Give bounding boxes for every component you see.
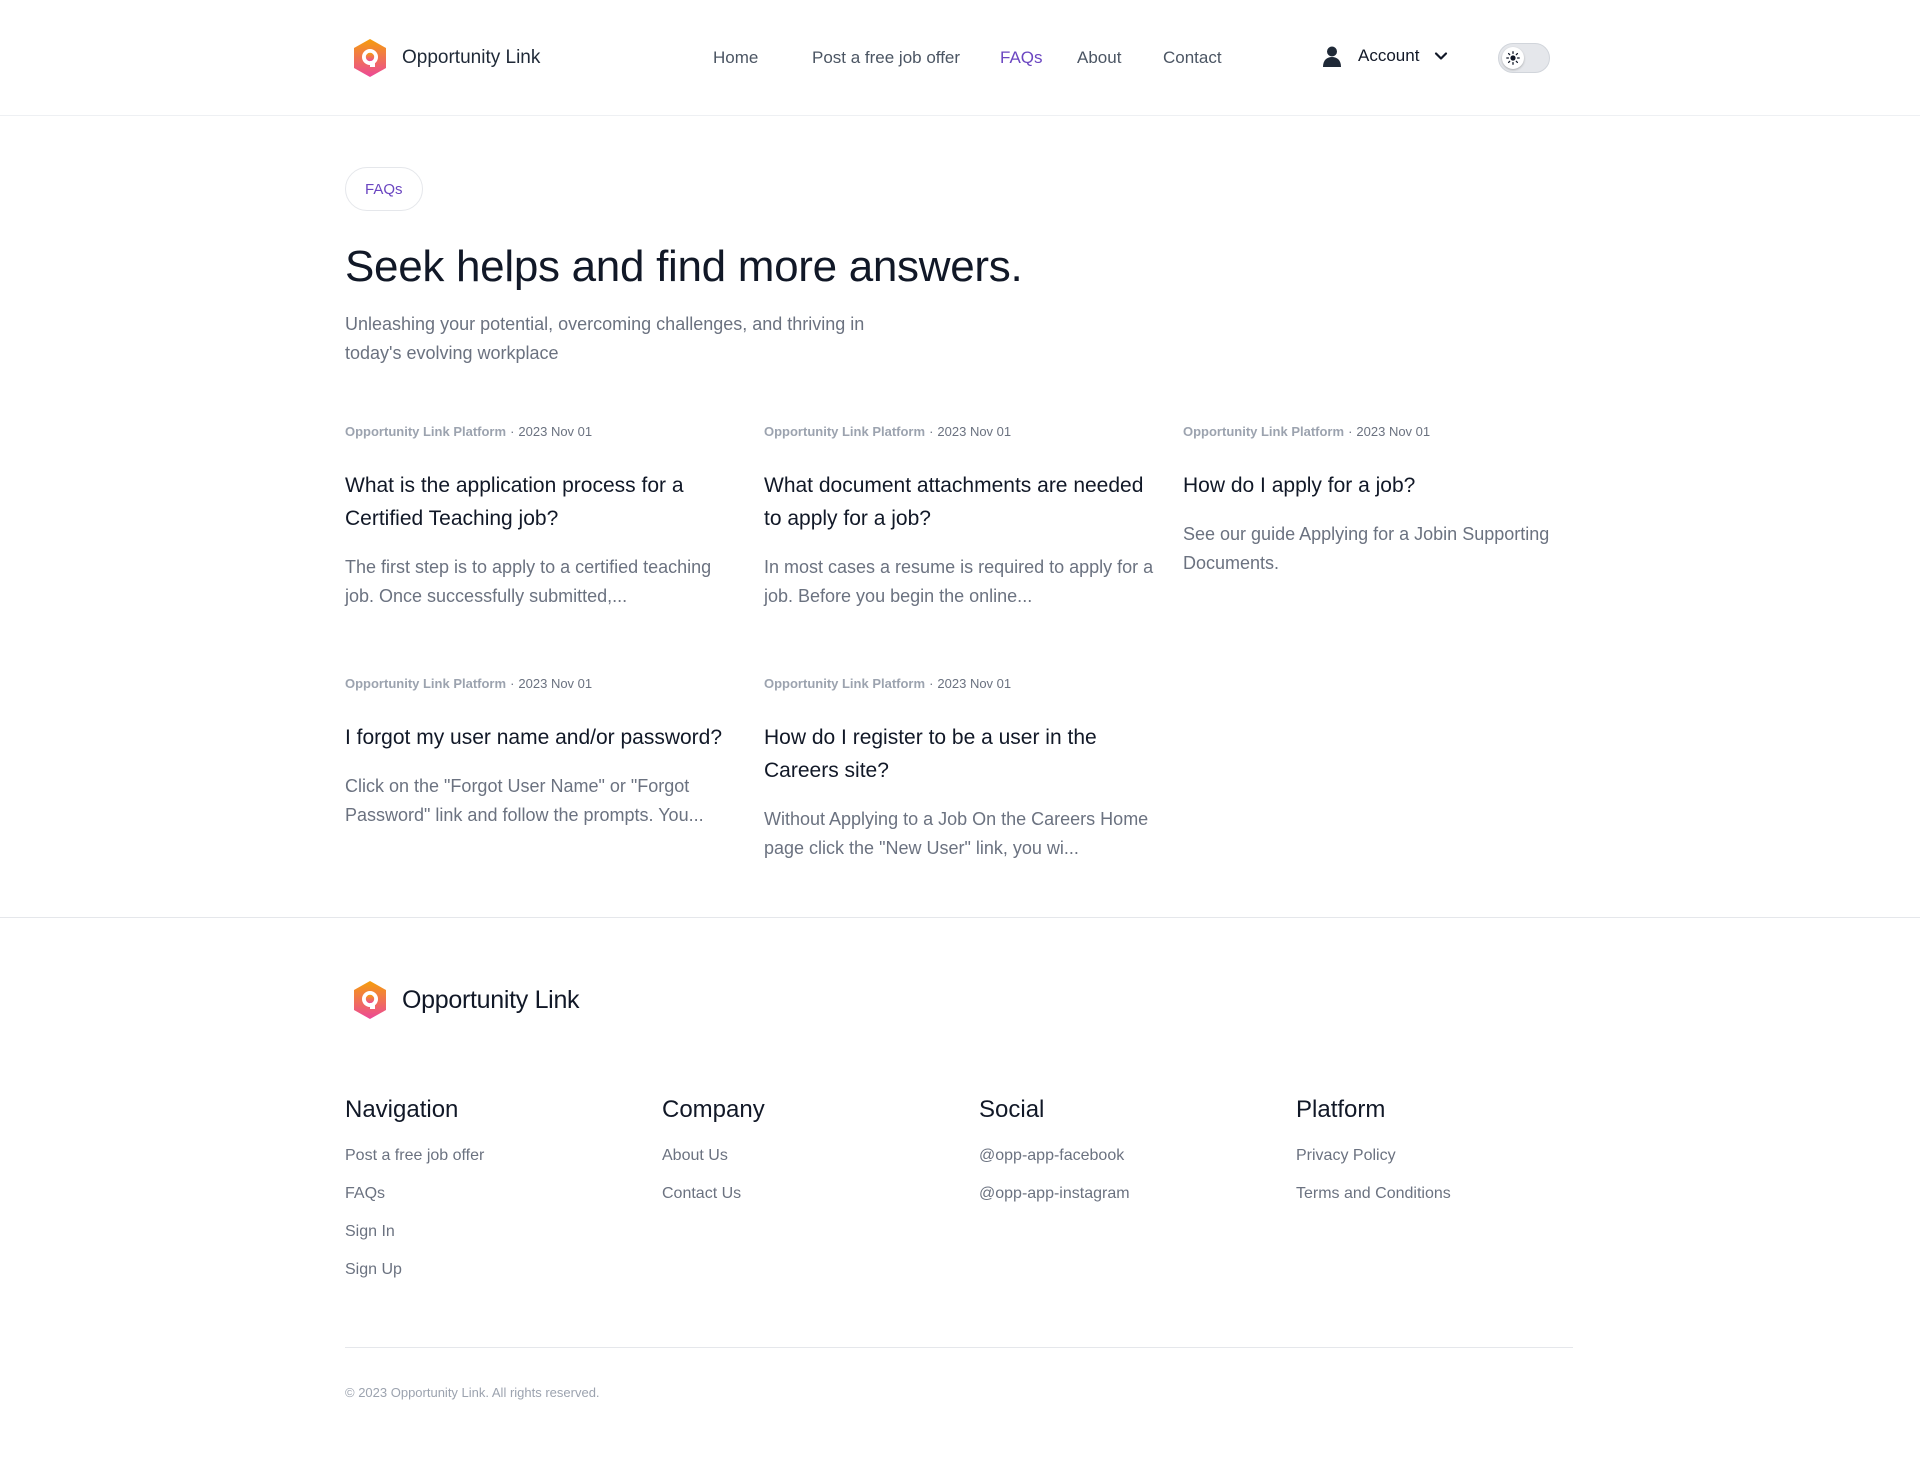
faq-card: Opportunity Link Platform · 2023 Nov 01 I …: [345, 676, 745, 830]
site-header: Opportunity Link Home Post a free job of…: [0, 0, 1920, 116]
user-icon: [1323, 46, 1341, 67]
faq-card: Opportunity Link Platform · 2023 Nov 01 Ho…: [764, 676, 1164, 863]
footer-link-contact[interactable]: Contact Us: [662, 1184, 765, 1204]
faq-title-link[interactable]: I forgot my user name and/or password?: [345, 721, 745, 754]
footer-link-instagram[interactable]: @opp-app-instagram: [979, 1184, 1130, 1204]
faq-meta: Opportunity Link Platform · 2023 Nov 01: [345, 676, 593, 691]
faq-excerpt: Click on the "Forgot User Name" or "Forg…: [345, 776, 704, 825]
faq-date: 2023 Nov 01: [937, 676, 1012, 691]
copyright-text: © 2023 Opportunity Link. All rights rese…: [345, 1385, 600, 1400]
nav-faqs[interactable]: FAQs: [1000, 48, 1043, 68]
faqs-badge: FAQs: [345, 167, 423, 211]
theme-toggle[interactable]: [1498, 43, 1550, 73]
chevron-down-icon: [1435, 52, 1448, 60]
account-label: Account: [1358, 46, 1420, 65]
faq-date: 2023 Nov 01: [1356, 424, 1431, 439]
footer-divider: [0, 917, 1920, 918]
nav-about[interactable]: About: [1077, 48, 1121, 68]
account-menu-button[interactable]: Account: [1320, 44, 1449, 68]
faq-card: Opportunity Link Platform · 2023 Nov 01 Wh…: [764, 424, 1164, 611]
main-nav: Home Post a free job offer FAQs About Co…: [0, 0, 1920, 116]
footer-brand-name: Opportunity Link: [402, 985, 580, 1014]
footer-link-post-job[interactable]: Post a free job offer: [345, 1146, 484, 1166]
footer-link-sign-up[interactable]: Sign Up: [345, 1260, 484, 1280]
faq-excerpt: The first step is to apply to a certifie…: [345, 557, 712, 606]
footer-link-faqs[interactable]: FAQs: [345, 1184, 484, 1204]
faq-source: Opportunity Link Platform: [764, 424, 926, 439]
faq-date: 2023 Nov 01: [518, 676, 593, 691]
footer-heading: Platform: [1296, 1096, 1386, 1123]
footer-separator: [345, 1347, 1573, 1348]
faq-date: 2023 Nov 01: [518, 424, 593, 439]
faq-date: 2023 Nov 01: [937, 424, 1012, 439]
faq-title-link[interactable]: How do I register to be a user in the Ca…: [764, 721, 1164, 787]
footer-brand[interactable]: Opportunity Link: [352, 980, 580, 1020]
footer-heading: Navigation: [345, 1096, 459, 1123]
footer-column-social: Social @opp-app-facebook @opp-app-instag…: [979, 1096, 1130, 1222]
footer-link-sign-in[interactable]: Sign In: [345, 1222, 484, 1242]
faq-title-link[interactable]: How do I apply for a job?: [1183, 469, 1583, 502]
faq-card: Opportunity Link Platform · 2023 Nov 01 Ho…: [1183, 424, 1583, 578]
faq-meta: Opportunity Link Platform · 2023 Nov 01: [764, 424, 1012, 439]
footer-link-privacy[interactable]: Privacy Policy: [1296, 1146, 1451, 1166]
faq-card: Opportunity Link Platform · 2023 Nov 01 Wh…: [345, 424, 745, 611]
footer-column-navigation: Navigation Post a free job offer FAQs Si…: [345, 1096, 484, 1298]
faq-meta: Opportunity Link Platform · 2023 Nov 01: [345, 424, 593, 439]
footer-heading: Company: [662, 1096, 765, 1123]
faq-meta: Opportunity Link Platform · 2023 Nov 01: [764, 676, 1012, 691]
faq-source: Opportunity Link Platform: [345, 676, 507, 691]
footer-column-platform: Platform Privacy Policy Terms and Condit…: [1296, 1096, 1451, 1222]
footer-heading: Social: [979, 1096, 1045, 1123]
hexagon-q-logo-icon: [354, 981, 386, 1019]
page-subtitle: Unleashing your potential, overcoming ch…: [345, 314, 865, 363]
sun-icon: [1506, 51, 1520, 65]
footer-link-facebook[interactable]: @opp-app-facebook: [979, 1146, 1130, 1166]
faq-source: Opportunity Link Platform: [1183, 424, 1345, 439]
footer-link-about[interactable]: About Us: [662, 1146, 765, 1166]
faq-excerpt: In most cases a resume is required to ap…: [764, 557, 1154, 606]
faq-source: Opportunity Link Platform: [345, 424, 507, 439]
nav-contact[interactable]: Contact: [1163, 48, 1222, 68]
faq-title-link[interactable]: What is the application process for a Ce…: [345, 469, 745, 535]
faq-source: Opportunity Link Platform: [764, 676, 926, 691]
faq-title-link[interactable]: What document attachments are needed to …: [764, 469, 1164, 535]
faq-excerpt: See our guide Applying for a Jobin Suppo…: [1183, 524, 1550, 573]
footer-column-company: Company About Us Contact Us: [662, 1096, 765, 1222]
nav-post-job[interactable]: Post a free job offer: [812, 48, 960, 68]
faq-excerpt: Without Applying to a Job On the Careers…: [764, 809, 1149, 858]
footer-link-terms[interactable]: Terms and Conditions: [1296, 1184, 1451, 1204]
faq-meta: Opportunity Link Platform · 2023 Nov 01: [1183, 424, 1431, 439]
page-title: Seek helps and find more answers.: [345, 242, 1023, 291]
nav-home[interactable]: Home: [713, 48, 758, 68]
toggle-knob: [1502, 47, 1524, 69]
